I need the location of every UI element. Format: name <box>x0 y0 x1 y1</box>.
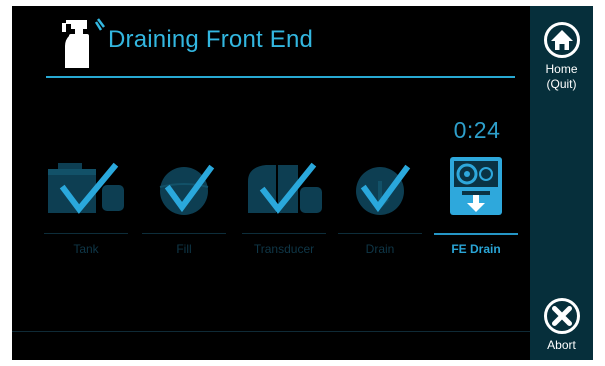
step-divider-active <box>434 233 518 235</box>
fill-check-icon <box>159 164 215 215</box>
spray-bottle-icon <box>62 18 105 68</box>
step-divider <box>44 233 128 234</box>
tank-check-icon <box>48 162 124 214</box>
device-screen: Draining Front End 0:24 Tank Fill Transd… <box>12 6 593 360</box>
transducer-check-icon <box>248 162 322 214</box>
step-label: Transducer <box>253 242 315 256</box>
step-divider <box>142 233 226 234</box>
drain-check-icon <box>356 164 411 215</box>
main-panel: Draining Front End 0:24 Tank Fill Transd… <box>12 6 530 360</box>
home-icon <box>543 22 580 58</box>
abort-label: Abort <box>547 338 576 352</box>
home-label: Home (Quit) <box>545 62 578 91</box>
title-divider <box>46 76 515 78</box>
step-label: Tank <box>73 242 99 256</box>
countdown-timer: 0:24 <box>453 117 501 143</box>
footer-divider <box>12 331 530 332</box>
step-fill: Fill <box>142 151 226 261</box>
step-label: FE Drain <box>451 242 501 256</box>
step-tank: Tank <box>44 151 128 261</box>
step-label: Drain <box>365 242 395 256</box>
step-label: Fill <box>176 242 192 256</box>
sidebar: Home (Quit) Abort <box>530 6 593 360</box>
close-icon <box>543 298 580 334</box>
step-fe-drain: FE Drain <box>434 151 518 261</box>
step-drain: Drain <box>338 151 422 261</box>
abort-button[interactable]: Abort <box>530 296 593 353</box>
step-divider <box>338 233 422 234</box>
fe-drain-icon <box>450 157 502 215</box>
step-transducer: Transducer <box>242 151 326 261</box>
page-title: Draining Front End <box>108 26 314 53</box>
home-quit-button[interactable]: Home (Quit) <box>530 20 593 92</box>
step-divider <box>242 233 326 234</box>
